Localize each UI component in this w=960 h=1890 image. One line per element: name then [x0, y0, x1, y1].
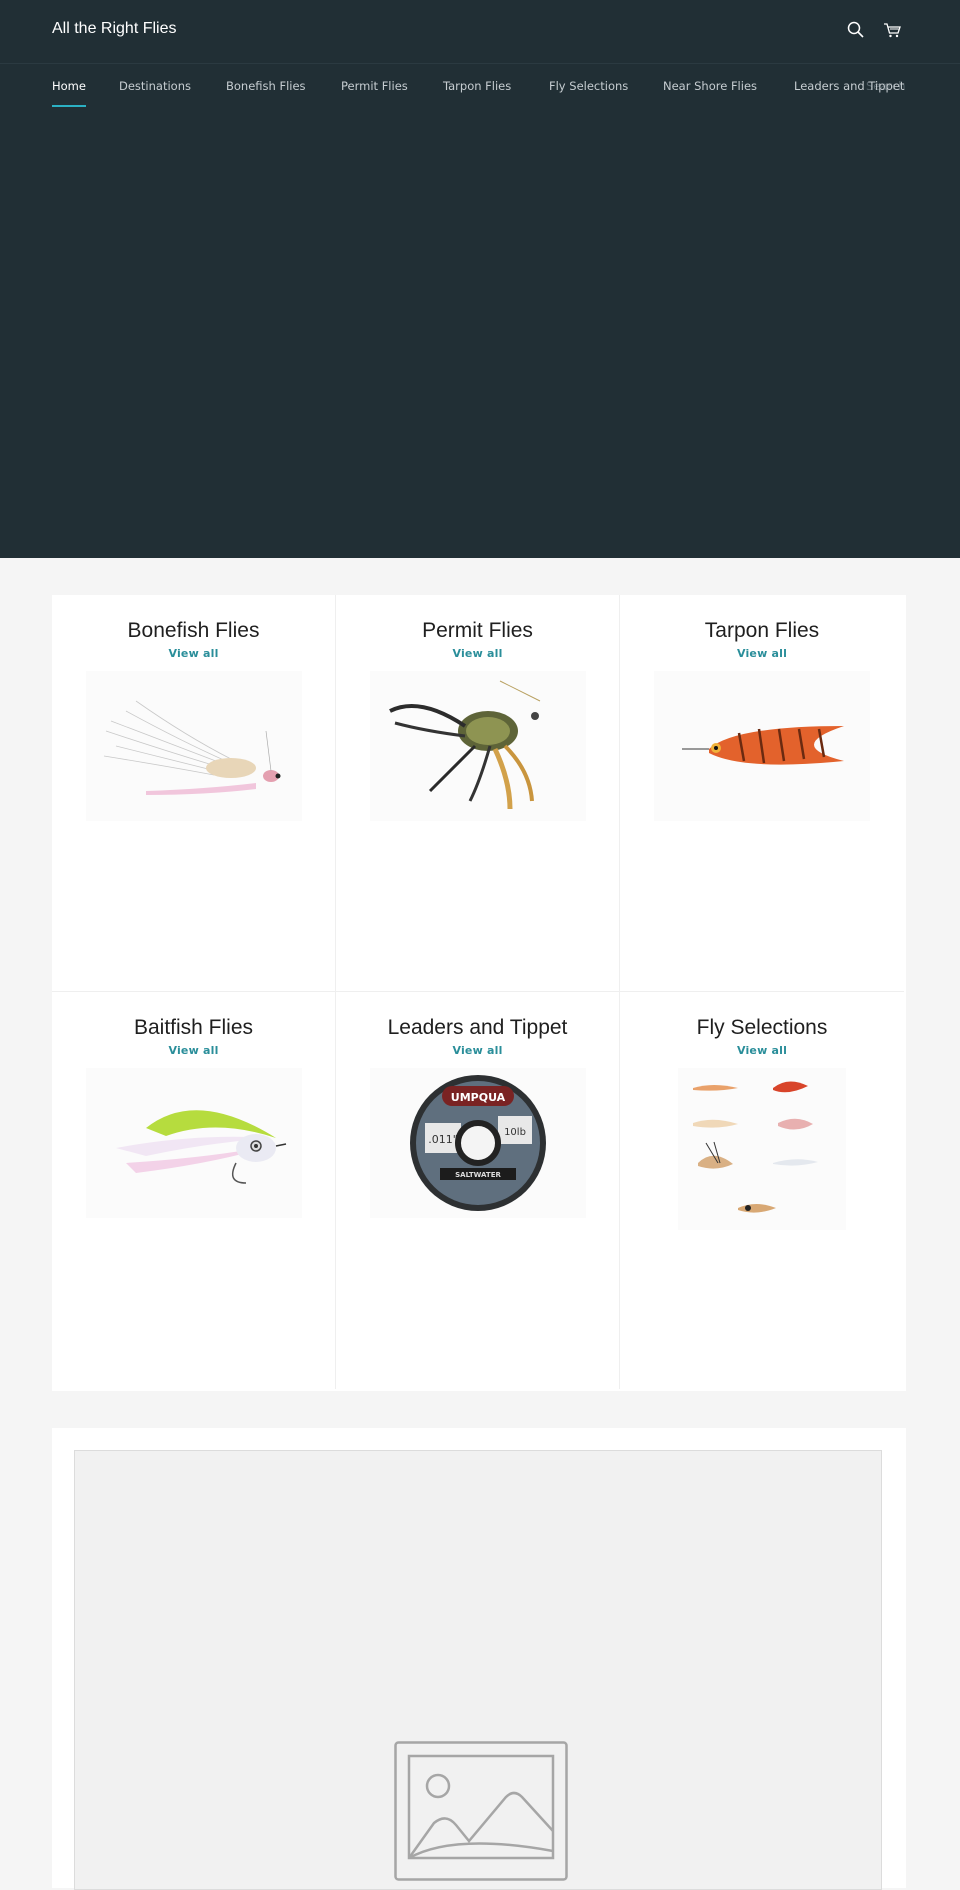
baitfish-fly-image — [86, 1068, 302, 1218]
collection-card-bonefish[interactable]: Bonefish Flies View all — [52, 595, 336, 992]
spool-brand: UMPQUA — [451, 1091, 506, 1104]
view-all-link[interactable]: View all — [336, 1044, 619, 1057]
nav-active-indicator — [52, 105, 86, 107]
cart-icon[interactable] — [882, 20, 902, 40]
site-header: All the Right Flies Home Destinations Bo… — [0, 0, 960, 558]
view-all-link[interactable]: View all — [336, 647, 619, 660]
view-all-link[interactable]: View all — [52, 1044, 335, 1057]
nav-item-permit-flies[interactable]: Permit Flies — [341, 79, 408, 93]
spool-size: .011" — [428, 1133, 458, 1146]
tippet-spool-image: UMPQUA .011" 10lb SALTWATER — [370, 1068, 586, 1218]
view-all-link[interactable]: View all — [620, 1044, 904, 1057]
spool-type: SALTWATER — [455, 1171, 501, 1179]
nav-item-tarpon-flies[interactable]: Tarpon Flies — [443, 79, 511, 93]
site-title[interactable]: All the Right Flies — [52, 20, 177, 38]
collection-card-baitfish[interactable]: Baitfish Flies View all — [52, 992, 336, 1389]
spool-strength: 10lb — [504, 1127, 526, 1138]
main-nav: Home Destinations Bonefish Flies Permit … — [52, 64, 916, 110]
nav-item-home[interactable]: Home — [52, 79, 86, 93]
search-icon[interactable] — [846, 20, 866, 40]
collection-title: Bonefish Flies — [127, 619, 260, 642]
header-icons — [846, 20, 902, 40]
nav-item-leaders-and-tippet[interactable]: Leaders and Tippet — [794, 79, 904, 93]
nav-item-fly-selections[interactable]: Fly Selections — [549, 79, 628, 93]
collection-card-permit[interactable]: Permit Flies View all — [336, 595, 620, 992]
collection-title: Tarpon Flies — [704, 619, 820, 642]
collection-title: Baitfish Flies — [133, 1016, 254, 1039]
collection-title: Permit Flies — [422, 619, 533, 642]
placeholder-image-icon — [394, 1741, 568, 1881]
collection-card-tarpon[interactable]: Tarpon Flies View all — [620, 595, 904, 992]
image-placeholder — [74, 1450, 882, 1890]
collection-title: Fly Selections — [696, 1016, 828, 1039]
permit-fly-image — [370, 671, 586, 821]
collection-card-fly-selections[interactable]: Fly Selections View all — [620, 992, 904, 1389]
collection-grid: Bonefish Flies View all Permit Flies Vie… — [52, 595, 906, 1391]
bonefish-fly-image — [86, 671, 302, 821]
fly-assortment-image — [678, 1068, 846, 1230]
view-all-link[interactable]: View all — [620, 647, 904, 660]
tarpon-fly-image — [654, 671, 870, 821]
view-all-link[interactable]: View all — [52, 647, 335, 660]
nav-item-bonefish-flies[interactable]: Bonefish Flies — [226, 79, 306, 93]
nav-item-near-shore-flies[interactable]: Near Shore Flies — [663, 79, 757, 93]
nav-item-destinations[interactable]: Destinations — [119, 79, 191, 93]
collection-card-leaders-tippet[interactable]: Leaders and Tippet View all UMPQUA .011"… — [336, 992, 620, 1389]
featured-section — [52, 1428, 906, 1890]
collection-title: Leaders and Tippet — [387, 1016, 568, 1039]
top-bar: All the Right Flies — [0, 0, 960, 64]
